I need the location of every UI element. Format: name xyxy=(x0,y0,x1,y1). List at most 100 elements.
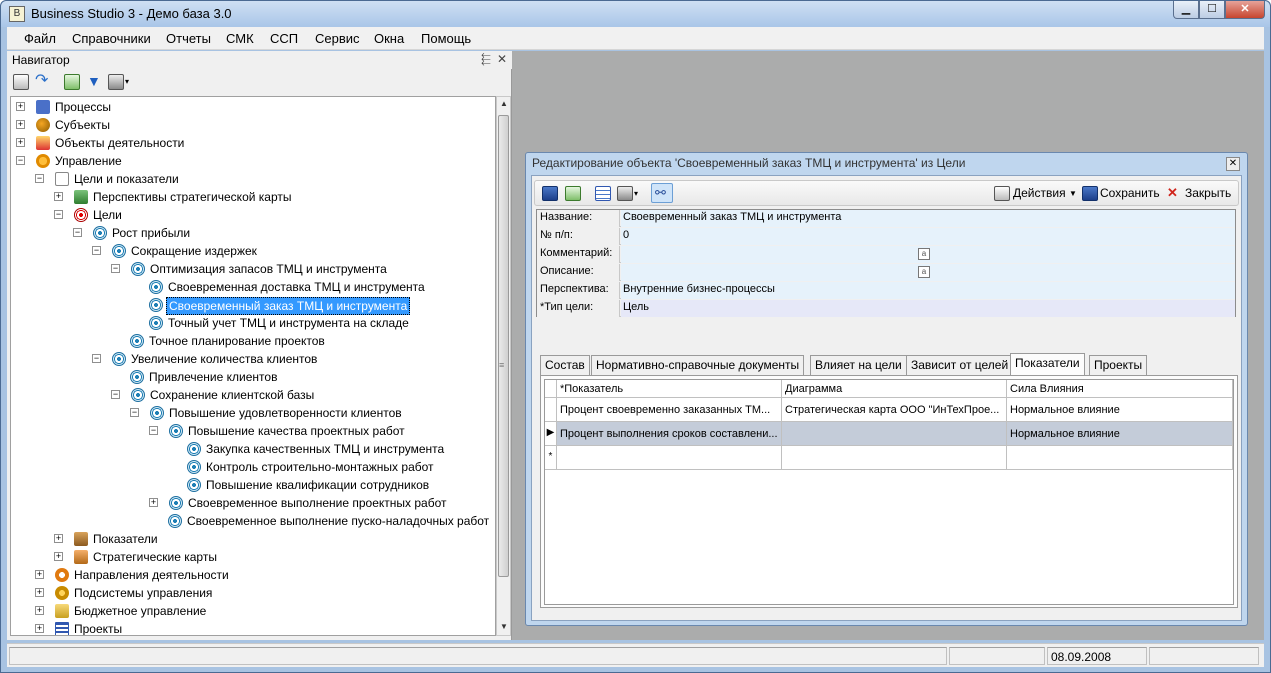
table-cell[interactable]: Нормальное влияние xyxy=(1007,422,1233,446)
expand-icon[interactable]: + xyxy=(16,120,25,129)
collapse-icon[interactable]: − xyxy=(92,354,101,363)
edit-icon[interactable] xyxy=(13,74,29,90)
maximize-button[interactable]: ☐ xyxy=(1199,1,1225,19)
pin-icon[interactable]: ⬱ xyxy=(481,52,491,67)
expand-icon[interactable]: + xyxy=(35,570,44,579)
expand-icon[interactable]: + xyxy=(35,624,44,633)
chevron-down-icon[interactable]: ▾ xyxy=(125,74,141,90)
tree-node-client-retention[interactable]: − Сохранение клиентской базы xyxy=(111,386,486,404)
collapse-icon[interactable]: − xyxy=(111,264,120,273)
collapse-icon[interactable]: − xyxy=(130,408,139,417)
menu-reports[interactable]: Отчеты xyxy=(166,31,211,46)
navigator-tree[interactable]: + Процессы + Субъекты + Объекты деятельн… xyxy=(10,96,496,636)
tree-node-directions[interactable]: + Направления деятельности xyxy=(35,566,485,584)
prop-value[interactable]: a xyxy=(621,264,1235,281)
print-icon[interactable] xyxy=(108,74,124,90)
tree-node-client-acquisition[interactable]: Привлечение клиентов xyxy=(130,368,480,386)
indicators-grid[interactable]: *Показатель Диаграмма Сила Влияния Проце… xyxy=(544,379,1234,605)
prop-comment[interactable]: Комментарий: a xyxy=(537,246,1235,263)
filter-icon[interactable]: ▼ xyxy=(87,74,103,90)
save-button[interactable]: Сохранить xyxy=(1100,186,1160,200)
column-header-influence[interactable]: Сила Влияния xyxy=(1007,380,1233,398)
navigator-scrollbar[interactable]: ▲ ≡ ▼ xyxy=(496,96,511,636)
expand-icon[interactable]: + xyxy=(35,606,44,615)
tree-node-budget[interactable]: + Бюджетное управление xyxy=(35,602,485,620)
table-cell[interactable] xyxy=(557,446,782,470)
column-header-diagram[interactable]: Диаграмма xyxy=(782,380,1007,398)
chevron-down-icon[interactable]: ▾ xyxy=(634,186,650,201)
tree-node-timely-order[interactable]: Своевременный заказ ТМЦ и инструмента xyxy=(149,296,489,315)
tree-node-timely-commissioning[interactable]: Своевременное выполнение пуско-наладочны… xyxy=(168,512,494,530)
tree-node-quality-purchase[interactable]: Закупка качественных ТМЦ и инструмента xyxy=(187,440,487,458)
navigator-close-icon[interactable]: ✕ xyxy=(497,52,507,66)
actions-chevron-icon[interactable]: ▼ xyxy=(1069,189,1077,198)
tree-node-management[interactable]: − Управление xyxy=(16,152,486,170)
expand-icon[interactable]: + xyxy=(35,588,44,597)
tab-composition[interactable]: Состав xyxy=(540,355,590,375)
tab-reference-docs[interactable]: Нормативно-справочные документы xyxy=(591,355,805,375)
collapse-icon[interactable]: − xyxy=(92,246,101,255)
tab-depends-on-goals[interactable]: Зависит от целей xyxy=(906,355,1014,375)
tree-node-client-satisfaction[interactable]: − Повышение удовлетворенности клиентов xyxy=(130,404,485,422)
tab-affects-goals[interactable]: Влияет на цели xyxy=(810,355,907,375)
menu-help[interactable]: Помощь xyxy=(421,31,471,46)
tree-node-accurate-accounting[interactable]: Точный учет ТМЦ и инструмента на складе xyxy=(149,314,489,332)
minimize-button[interactable]: ▁ xyxy=(1173,1,1199,19)
app-icon[interactable]: B xyxy=(9,6,25,22)
collapse-icon[interactable]: − xyxy=(35,174,44,183)
table-cell[interactable] xyxy=(782,422,1007,446)
tree-node-timely-project-work[interactable]: + Своевременное выполнение проектных раб… xyxy=(149,494,489,512)
menu-file[interactable]: Файл xyxy=(24,31,56,46)
tree-node-goals-indicators[interactable]: − Цели и показатели xyxy=(35,170,485,188)
refresh-icon[interactable]: ↷ xyxy=(35,73,51,90)
prop-value[interactable]: Внутренние бизнес-процессы xyxy=(621,282,1235,299)
prop-value[interactable]: Своевременный заказ ТМЦ и инструмента xyxy=(621,210,1235,227)
expand-icon[interactable]: + xyxy=(16,102,25,111)
expand-icon[interactable]: + xyxy=(149,498,158,507)
scroll-up-icon[interactable]: ▲ xyxy=(500,99,508,108)
tree-node-perspectives[interactable]: + Перспективы стратегической карты xyxy=(54,188,484,206)
table-cell[interactable]: Процент своевременно заказанных ТМ... xyxy=(557,398,782,422)
update-icon[interactable] xyxy=(565,186,581,201)
menu-bsc[interactable]: ССП xyxy=(270,31,298,46)
expand-icon[interactable]: + xyxy=(54,192,63,201)
table-cell[interactable]: Процент выполнения сроков составлени... xyxy=(557,422,782,446)
prop-value[interactable]: 0 xyxy=(621,228,1235,245)
expand-icon[interactable]: + xyxy=(54,534,63,543)
tree-node-inventory-optimization[interactable]: − Оптимизация запасов ТМЦ и инструмента xyxy=(111,260,486,278)
tree-node-project-quality[interactable]: − Повышение качества проектных работ xyxy=(149,422,489,440)
close-button[interactable]: ✕ xyxy=(1225,1,1265,19)
prop-value[interactable]: Цель xyxy=(621,300,1235,317)
close-button[interactable]: Закрыть xyxy=(1185,186,1231,200)
column-header-indicator[interactable]: *Показатель xyxy=(557,380,782,398)
tree-node-strategy-maps[interactable]: + Стратегические карты xyxy=(54,548,484,566)
collapse-icon[interactable]: − xyxy=(149,426,158,435)
print-icon[interactable] xyxy=(617,186,633,201)
collapse-icon[interactable]: − xyxy=(54,210,63,219)
scroll-thumb[interactable] xyxy=(498,115,509,577)
save-icon[interactable] xyxy=(542,186,558,201)
tree-node-subjects[interactable]: + Субъекты xyxy=(16,116,486,134)
tree-node-subsystems[interactable]: + Подсистемы управления xyxy=(35,584,485,602)
tree-node-more-clients[interactable]: − Увеличение количества клиентов xyxy=(92,350,482,368)
tree-node-cost-reduction[interactable]: − Сокращение издержек xyxy=(92,242,482,260)
prop-name[interactable]: Название: Своевременный заказ ТМЦ и инст… xyxy=(537,210,1235,227)
link-toggle-button[interactable]: ⚯ xyxy=(651,183,673,203)
menu-qms[interactable]: СМК xyxy=(226,31,254,46)
menu-references[interactable]: Справочники xyxy=(72,31,151,46)
memo-icon[interactable]: a xyxy=(918,266,930,278)
tree-node-project-planning[interactable]: Точное планирование проектов xyxy=(130,332,480,350)
tree-node-projects[interactable]: + Проекты xyxy=(35,620,485,635)
editor-close-icon[interactable]: ✕ xyxy=(1226,157,1240,171)
prop-value[interactable]: a xyxy=(621,246,1235,263)
prop-goal-type[interactable]: *Тип цели: Цель xyxy=(537,300,1235,317)
collapse-icon[interactable]: − xyxy=(73,228,82,237)
table-icon[interactable] xyxy=(595,186,611,201)
table-cell[interactable] xyxy=(782,446,1007,470)
tab-projects[interactable]: Проекты xyxy=(1089,355,1148,375)
tree-node-goals[interactable]: − Цели xyxy=(54,206,484,224)
tree-node-timely-delivery[interactable]: Своевременная доставка ТМЦ и инструмента xyxy=(149,278,489,296)
collapse-icon[interactable]: − xyxy=(16,156,25,165)
menu-service[interactable]: Сервис xyxy=(315,31,360,46)
menu-windows[interactable]: Окна xyxy=(374,31,404,46)
